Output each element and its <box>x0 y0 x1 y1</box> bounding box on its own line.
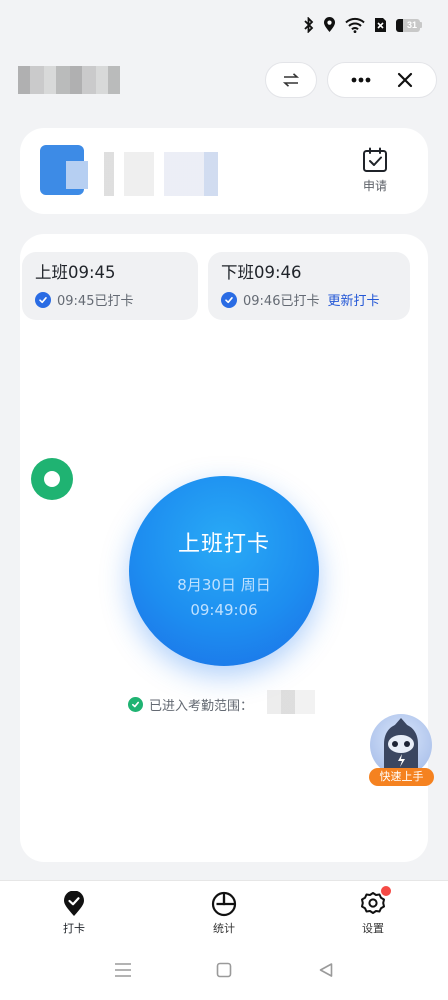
company-card: 申请 <box>20 128 428 214</box>
check-icon <box>221 291 237 308</box>
shift-title: 下班09:46 <box>221 263 302 282</box>
attendance-range-status: 已进入考勤范围： <box>128 695 253 714</box>
check-icon <box>35 291 51 308</box>
nav-label: 打卡 <box>63 922 85 935</box>
shift-card-clock-in[interactable]: 上班09:45 09:45已打卡 <box>22 252 198 320</box>
location-blurred <box>267 690 315 714</box>
system-nav-bar <box>0 942 448 1000</box>
location-icon <box>324 17 335 32</box>
shift-card-clock-out[interactable]: 下班09:46 09:46已打卡 更新打卡 <box>208 252 410 320</box>
nav-label: 设置 <box>362 922 384 935</box>
org-name-blurred <box>18 66 120 94</box>
menu-icon[interactable] <box>114 962 132 978</box>
apply-button[interactable]: 申请 <box>344 146 406 194</box>
more-button[interactable] <box>345 71 377 89</box>
close-button[interactable] <box>391 66 419 94</box>
wifi-icon <box>345 17 365 33</box>
close-icon <box>397 72 413 88</box>
mini-program-capsule <box>327 62 437 98</box>
notification-badge <box>381 886 391 896</box>
calendar-check-icon <box>363 147 387 172</box>
sim-off-icon <box>375 18 386 32</box>
nav-checkin[interactable]: 打卡 <box>44 891 104 936</box>
apply-label: 申请 <box>362 179 387 193</box>
shift-title: 上班09:45 <box>35 263 116 282</box>
home-icon[interactable] <box>216 962 232 978</box>
shift-status: 09:45已打卡 <box>57 294 134 309</box>
battery-level: 31 <box>406 20 417 30</box>
quick-start-label: 快速上手 <box>369 768 434 786</box>
clock-time: 09:49:06 <box>190 601 258 619</box>
clock-in-button[interactable]: 上班打卡 8月30日 周日 09:49:06 <box>129 476 319 666</box>
clock-date: 8月30日 周日 <box>177 576 271 594</box>
bluetooth-icon <box>304 17 314 33</box>
swap-arrows-icon <box>282 73 300 87</box>
clock-in-title: 上班打卡 <box>177 532 270 557</box>
header <box>0 56 448 106</box>
battery-icon: 31 <box>396 18 422 32</box>
mascot-avatar <box>370 714 432 776</box>
bottom-nav: 打卡 统计 设置 <box>0 880 448 942</box>
range-check-icon <box>128 697 143 712</box>
nav-label: 统计 <box>213 922 235 935</box>
status-bar: 31 <box>0 0 448 52</box>
back-icon[interactable] <box>318 962 334 978</box>
range-text: 已进入考勤范围： <box>149 699 254 714</box>
company-name-blurred <box>104 152 234 196</box>
nav-stats[interactable]: 统计 <box>194 891 254 936</box>
shift-status: 09:46已打卡 <box>243 294 320 309</box>
update-clock-link[interactable]: 更新打卡 <box>327 290 379 309</box>
pie-chart-icon <box>211 891 237 917</box>
checkin-shield-icon <box>64 891 84 916</box>
more-dots-icon <box>351 77 371 83</box>
floating-assist-button[interactable] <box>31 458 73 500</box>
switch-button[interactable] <box>265 62 317 98</box>
quick-start-button[interactable]: 快速上手 <box>368 714 434 786</box>
nav-settings[interactable]: 设置 <box>343 886 403 936</box>
company-logo <box>40 145 96 197</box>
